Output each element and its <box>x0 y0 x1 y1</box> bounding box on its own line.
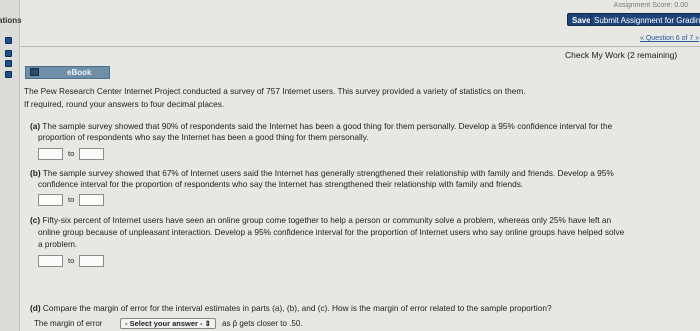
margin-of-error-label: The margin of error <box>34 319 103 328</box>
part-a-line2: proportion of respondents who say the In… <box>38 132 369 142</box>
part-c-line1: Fifty-six percent of Internet users have… <box>42 215 612 225</box>
part-d-line1: Compare the margin of error for the inte… <box>42 303 552 313</box>
chevron-updown-icon: ⇕ <box>204 319 211 328</box>
part-c-lower-input[interactable] <box>38 255 63 267</box>
part-c-text: (c) Fifty-six percent of Internet users … <box>30 215 680 226</box>
part-a-upper-input[interactable] <box>79 148 104 160</box>
sidebar-item-2[interactable] <box>5 50 12 57</box>
to-label: to <box>68 149 75 158</box>
part-b-line1: The sample survey showed that 67% of Int… <box>42 168 614 178</box>
select-value: - Select your answer - <box>125 319 203 328</box>
to-label: to <box>68 256 75 265</box>
sidebar-item-1[interactable] <box>5 37 12 44</box>
part-d-text: (d) Compare the margin of error for the … <box>30 303 680 314</box>
to-label: to <box>68 195 75 204</box>
part-d-letter: (d) <box>30 303 41 313</box>
assignment-score: Assignment Score: 0.00 <box>613 2 688 9</box>
part-c-line3: a problem. <box>38 239 78 249</box>
part-b-line2: confidence interval for the proportion o… <box>38 179 524 189</box>
part-c-upper-input[interactable] <box>79 255 104 267</box>
intro-text: The Pew Research Center Internet Project… <box>24 86 526 96</box>
part-b-upper-input[interactable] <box>79 194 104 206</box>
question-navigation[interactable]: « Question 6 of 7 » <box>640 35 699 42</box>
sidebar-item-3[interactable] <box>5 60 12 67</box>
part-b-letter: (b) <box>30 168 41 178</box>
submit-assignment-button[interactable]: Submit Assignment for Grading <box>590 13 700 26</box>
after-select-text: as p̄ gets closer to .50. <box>222 319 303 328</box>
sidebar-item-4[interactable] <box>5 71 12 78</box>
part-a-letter: (a) <box>30 121 41 131</box>
part-a-lower-input[interactable] <box>38 148 63 160</box>
part-a-text: (a) The sample survey showed that 90% of… <box>30 121 680 132</box>
part-a-line1: The sample survey showed that 90% of res… <box>42 121 613 131</box>
margin-of-error-select[interactable]: - Select your answer - ⇕ <box>120 318 216 329</box>
rounding-instruction: If required, round your answers to four … <box>24 99 225 109</box>
part-b-lower-input[interactable] <box>38 194 63 206</box>
ebook-label[interactable]: eBook <box>67 68 91 77</box>
part-c-letter: (c) <box>30 215 41 225</box>
sidebar-label: ations <box>0 16 22 25</box>
part-c-line2: online group because of unpleasant inter… <box>38 227 625 237</box>
book-icon <box>30 68 39 76</box>
sidebar: ations <box>0 0 22 331</box>
divider <box>20 46 700 47</box>
check-my-work-link[interactable]: Check My Work (2 remaining) <box>565 50 677 60</box>
part-b-text: (b) The sample survey showed that 67% of… <box>30 168 680 179</box>
